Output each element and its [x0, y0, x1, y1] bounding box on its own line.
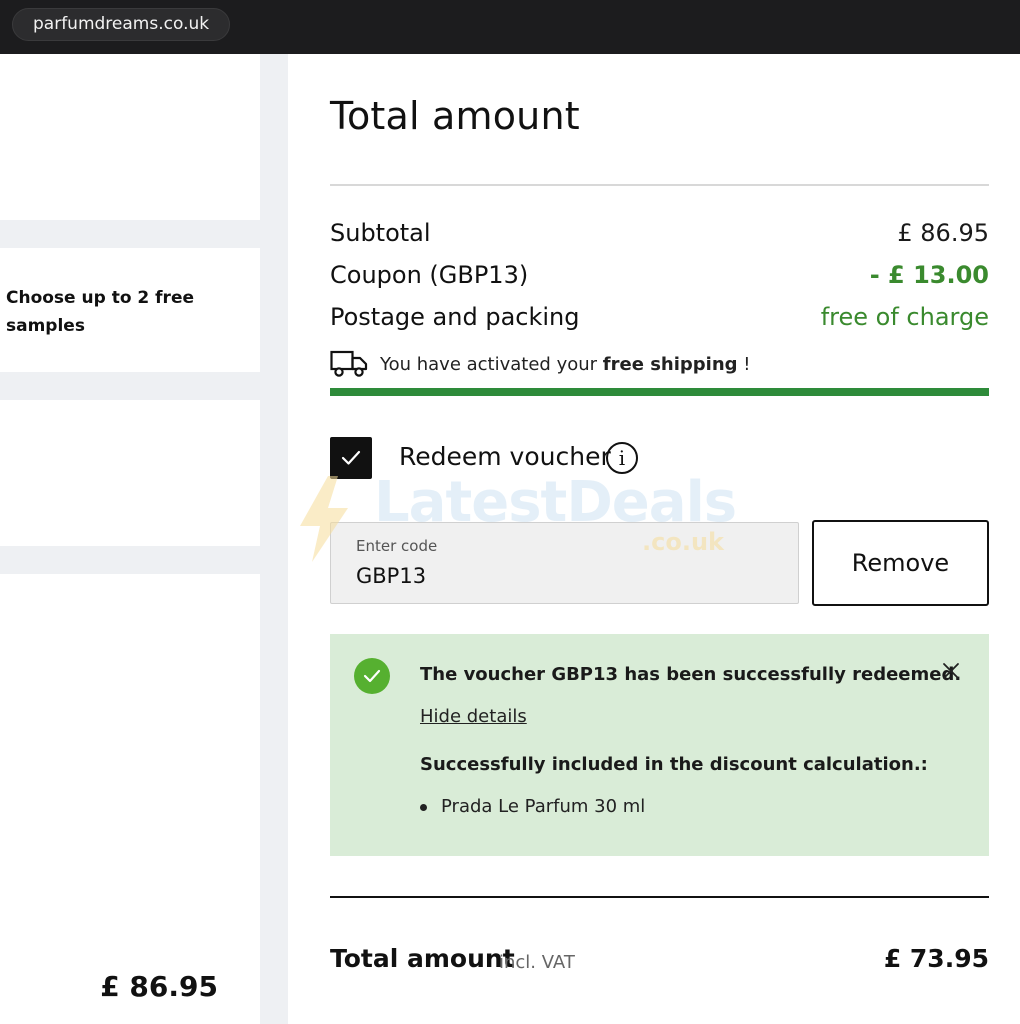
success-check-icon [354, 658, 390, 694]
subtotal-label: Subtotal [330, 219, 431, 247]
cart-item-price: £ 86.95 [100, 970, 218, 1003]
ship-note-end: ! [743, 354, 751, 375]
voucher-field-label: Enter code [356, 537, 438, 555]
redeem-voucher-checkbox[interactable] [330, 437, 372, 479]
order-summary-panel: Total amount Subtotal £ 86.95 Coupon (GB… [288, 54, 1020, 1024]
included-product: Prada Le Parfum 30 ml [441, 796, 646, 817]
divider [330, 184, 989, 186]
voucher-code-field[interactable]: Enter code [330, 522, 799, 604]
coupon-row: Coupon (GBP13) - £ 13.00 [330, 261, 989, 297]
vat-note: incl. VAT [499, 952, 575, 973]
redeem-voucher-label[interactable]: Redeem voucher [399, 442, 611, 471]
ship-note-bold: free shipping [602, 354, 738, 375]
voucher-code-input[interactable] [356, 561, 776, 591]
left-card [0, 54, 260, 220]
truck-icon [330, 350, 368, 383]
hide-details-link[interactable]: Hide details [420, 706, 527, 727]
left-card [0, 400, 260, 546]
subtotal-row: Subtotal £ 86.95 [330, 219, 989, 255]
coupon-value: - £ 13.00 [869, 261, 989, 289]
free-samples-text[interactable]: Choose up to 2 free samples [6, 284, 206, 340]
page-title: Total amount [330, 94, 580, 138]
shipping-progress-bar [330, 388, 989, 396]
total-label: Total amount [330, 944, 515, 973]
postage-row: Postage and packing free of charge [330, 303, 989, 339]
cart-left-column: Choose up to 2 free samples £ 86.95 [0, 54, 260, 1024]
coupon-label: Coupon (GBP13) [330, 261, 529, 289]
url-bar[interactable]: parfumdreams.co.uk [12, 8, 231, 41]
total-value: £ 73.95 [883, 944, 989, 973]
included-heading: Successfully included in the discount ca… [420, 754, 928, 775]
close-icon[interactable] [940, 660, 962, 682]
browser-toolbar: parfumdreams.co.uk [0, 0, 1020, 54]
left-card [0, 574, 260, 1024]
ship-note-text: You have activated your [380, 354, 598, 375]
success-message: The voucher GBP13 has been successfully … [420, 664, 962, 685]
postage-label: Postage and packing [330, 303, 580, 331]
info-icon[interactable]: i [606, 442, 638, 474]
bullet [420, 804, 427, 811]
voucher-success-alert: The voucher GBP13 has been successfully … [330, 634, 989, 856]
remove-voucher-button[interactable]: Remove [812, 520, 989, 606]
total-row: Total amount incl. VAT £ 73.95 [330, 944, 989, 984]
checkmark-icon [341, 450, 361, 465]
divider [330, 896, 989, 898]
shipping-progress-fill [330, 388, 989, 396]
subtotal-value: £ 86.95 [897, 219, 989, 247]
postage-value: free of charge [820, 303, 989, 331]
